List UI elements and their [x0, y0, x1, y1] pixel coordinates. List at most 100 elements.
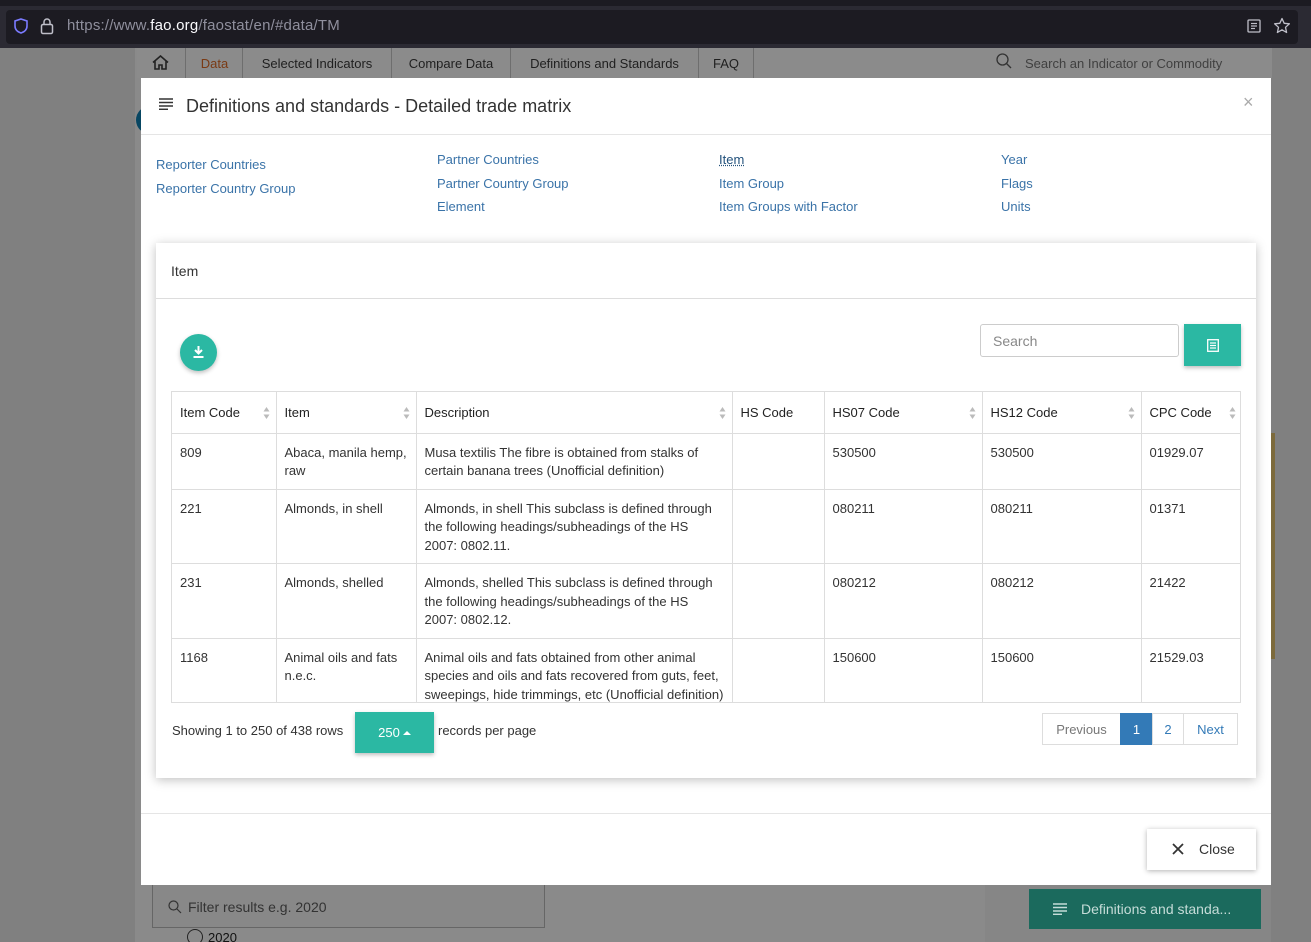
cell-item: Abaca, manila hemp, raw [276, 433, 417, 490]
header-label: Item [284, 404, 310, 420]
cell-item: Almonds, shelled [276, 563, 417, 639]
items-table-container[interactable]: Item Code Item Description HS Code HS07 … [171, 391, 1241, 703]
table-row: 231 Almonds, shelled Almonds, shelled Th… [172, 563, 1240, 639]
table-search-input[interactable] [980, 324, 1179, 357]
header-label: Description [424, 404, 490, 420]
previous-page-button[interactable]: Previous [1042, 713, 1121, 745]
cell-hs07-code: 530500 [824, 433, 983, 490]
table-header-row: Item Code Item Description HS Code HS07 … [172, 392, 1240, 434]
cell-description: Almonds, in shell This subclass is defin… [416, 489, 733, 564]
col-header-item-code[interactable]: Item Code [172, 392, 277, 434]
nav-selected-indicators[interactable]: Selected Indicators [243, 48, 392, 78]
cell-item-code: 221 [172, 489, 277, 564]
columns-toggle-button[interactable] [1184, 324, 1241, 366]
close-icon[interactable]: × [1243, 92, 1254, 113]
link-year[interactable]: Year [1001, 152, 1027, 167]
background-definitions-label: Definitions and standa... [1081, 901, 1232, 917]
cell-hs12-code: 080212 [982, 563, 1142, 639]
col-header-hs12-code[interactable]: HS12 Code [982, 392, 1142, 434]
nav-data[interactable]: Data [187, 48, 243, 78]
download-button[interactable] [180, 334, 217, 371]
nav-faq[interactable]: FAQ [699, 48, 754, 78]
cell-hs-code [732, 433, 825, 490]
link-flags[interactable]: Flags [1001, 176, 1033, 191]
link-element[interactable]: Element [437, 199, 485, 214]
items-table: Item Code Item Description HS Code HS07 … [172, 392, 1240, 702]
columns-icon [1207, 339, 1219, 352]
cell-hs-code [732, 638, 825, 702]
link-reporter-countries[interactable]: Reporter Countries [156, 157, 266, 172]
cell-description: Animal oils and fats obtained from other… [416, 638, 733, 702]
nav-definitions-standards[interactable]: Definitions and Standards [511, 48, 699, 78]
year-radio[interactable] [187, 929, 203, 942]
modal-footer: Close [141, 813, 1271, 885]
sort-icon [1229, 407, 1236, 419]
url-host: fao.org [150, 17, 199, 34]
cell-cpc-code: 01929.07 [1141, 433, 1240, 490]
pagination: Previous 1 2 Next [1042, 713, 1238, 745]
nav-compare-data[interactable]: Compare Data [392, 48, 511, 78]
background-search-placeholder: Search an Indicator or Commodity [1025, 56, 1223, 71]
modal-title: Definitions and standards - Detailed tra… [186, 96, 572, 116]
link-item-groups-with-factor[interactable]: Item Groups with Factor [719, 199, 858, 214]
definitions-modal: Definitions and standards - Detailed tra… [141, 78, 1271, 885]
page-1-button[interactable]: 1 [1120, 713, 1153, 745]
close-button[interactable]: Close [1147, 829, 1256, 870]
table-row: 809 Abaca, manila hemp, raw Musa textili… [172, 433, 1240, 490]
tab-strip [0, 0, 1311, 6]
cell-hs07-code: 080212 [824, 563, 983, 639]
page-size-dropdown[interactable]: 250 [355, 712, 434, 753]
list-icon [159, 98, 173, 110]
cell-hs12-code: 080211 [982, 489, 1142, 564]
url-text[interactable]: https://www.fao.org/faostat/en/#data/TM [67, 17, 340, 34]
cell-cpc-code: 01371 [1141, 489, 1240, 564]
cell-item: Animal oils and fats n.e.c. [276, 638, 417, 702]
cell-item: Almonds, in shell [276, 489, 417, 564]
header-label: HS Code [740, 404, 794, 420]
cell-hs07-code: 080211 [824, 489, 983, 564]
url-prefix: https://www. [67, 17, 151, 34]
shield-icon[interactable] [14, 18, 28, 34]
header-label: CPC Code [1149, 404, 1212, 420]
lock-icon[interactable] [40, 17, 54, 35]
pagination-info: Showing 1 to 250 of 438 rows [172, 723, 344, 738]
table-row: 1168 Animal oils and fats n.e.c. Animal … [172, 638, 1240, 702]
nav-home[interactable] [137, 48, 186, 78]
cell-hs-code [732, 489, 825, 564]
header-label: HS12 Code [990, 404, 1058, 420]
list-icon [1053, 903, 1067, 915]
col-header-description[interactable]: Description [416, 392, 733, 434]
link-reporter-country-group[interactable]: Reporter Country Group [156, 181, 295, 196]
url-path: /faostat/en/#data/TM [198, 17, 340, 34]
link-item[interactable]: Item [719, 152, 744, 167]
cell-cpc-code: 21422 [1141, 563, 1240, 639]
link-item-group[interactable]: Item Group [719, 176, 784, 191]
page-size-value: 250 [378, 725, 400, 740]
link-partner-country-group[interactable]: Partner Country Group [437, 176, 569, 191]
table-row: 221 Almonds, in shell Almonds, in shell … [172, 489, 1240, 564]
header-label: Item Code [180, 404, 240, 420]
col-header-item[interactable]: Item [276, 392, 417, 434]
cell-hs07-code: 150600 [824, 638, 983, 702]
modal-header: Definitions and standards - Detailed tra… [141, 78, 1271, 135]
panel-header: Item [156, 243, 1256, 299]
col-header-hs07-code[interactable]: HS07 Code [824, 392, 983, 434]
col-header-cpc-code[interactable]: CPC Code [1141, 392, 1240, 434]
cell-cpc-code: 21529.03 [1141, 638, 1240, 702]
page-2-button[interactable]: 2 [1152, 713, 1184, 745]
next-page-button[interactable]: Next [1183, 713, 1238, 745]
cell-hs12-code: 530500 [982, 433, 1142, 490]
cell-item-code: 1168 [172, 638, 277, 702]
filter-search-icon [168, 900, 182, 914]
sort-icon [403, 407, 409, 419]
link-partner-countries[interactable]: Partner Countries [437, 152, 539, 167]
panel-title: Item [171, 263, 199, 279]
cell-hs-code [732, 563, 825, 639]
cell-description: Almonds, shelled This subclass is define… [416, 563, 733, 639]
search-icon [996, 53, 1012, 69]
bookmark-star-icon[interactable] [1273, 17, 1291, 35]
close-icon [1172, 843, 1184, 855]
col-header-hs-code[interactable]: HS Code [732, 392, 825, 434]
reader-view-icon[interactable] [1247, 19, 1261, 33]
link-units[interactable]: Units [1001, 199, 1031, 214]
